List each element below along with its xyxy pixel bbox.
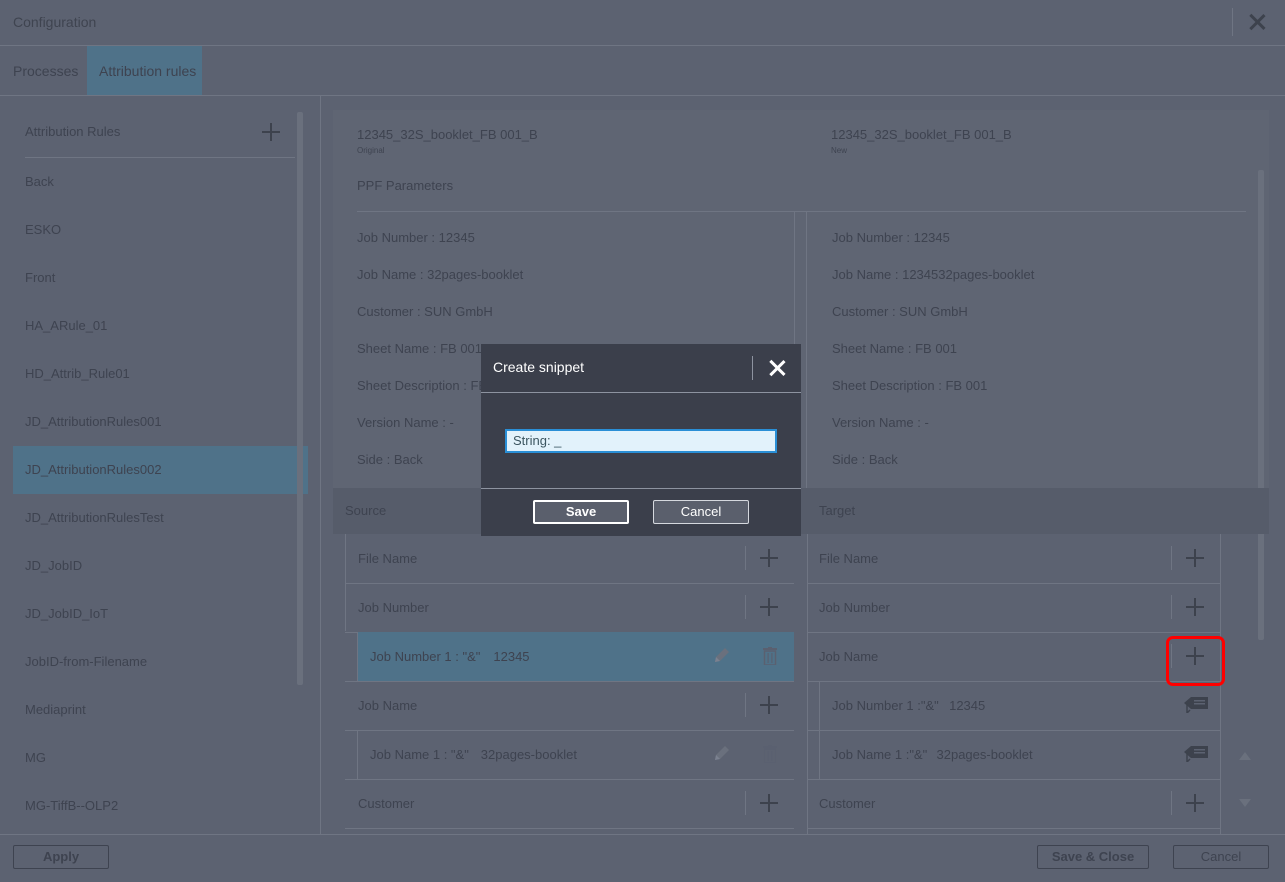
add-icon[interactable] bbox=[760, 549, 778, 567]
source-field-label: Customer bbox=[358, 796, 415, 811]
dialog-save-button[interactable]: Save bbox=[533, 500, 629, 524]
source-field-label: Job Name bbox=[358, 698, 418, 713]
new-param: Job Name : 1234532pages-booklet bbox=[832, 267, 1035, 282]
edit-icon[interactable] bbox=[712, 645, 732, 665]
rule-item-label: Front bbox=[25, 270, 56, 285]
tab-processes[interactable]: Processes bbox=[13, 63, 78, 79]
rule-item-label: MG bbox=[25, 750, 46, 765]
target-snippet-label: Job Name 1 :"&" bbox=[832, 747, 928, 762]
rule-item-label: JD_JobID bbox=[25, 558, 83, 573]
rule-item-label: JobID-from-Filename bbox=[25, 654, 148, 669]
original-param: Job Number : 12345 bbox=[357, 230, 475, 245]
delete-icon[interactable] bbox=[763, 647, 777, 666]
original-param: Sheet Name : FB 001 bbox=[357, 341, 483, 356]
new-param: Job Number : 12345 bbox=[832, 230, 950, 245]
target-snippet-value: 12345 bbox=[949, 698, 986, 713]
rule-item-label: HA_ARule_01 bbox=[25, 318, 108, 333]
create-snippet-dialog: Create snippet String: _ Save Cancel bbox=[481, 344, 801, 536]
original-param: Version Name : - bbox=[357, 415, 454, 430]
footer-cancel-button[interactable]: Cancel bbox=[1173, 845, 1269, 869]
snippet-value: 12345 bbox=[493, 649, 530, 664]
original-caption: Original bbox=[357, 146, 385, 155]
add-icon[interactable] bbox=[1186, 794, 1204, 812]
preview-scrollbar[interactable] bbox=[1258, 170, 1264, 640]
original-file-name: 12345_32S_booklet_FB 001_B bbox=[357, 127, 538, 142]
preview-panel bbox=[333, 110, 1269, 488]
new-param: Side : Back bbox=[832, 452, 898, 467]
source-header: Source bbox=[345, 503, 387, 518]
dialog-title: Create snippet bbox=[493, 359, 585, 375]
rule-item-label: JD_AttributionRules001 bbox=[25, 414, 162, 429]
source-field-label: File Name bbox=[358, 551, 418, 566]
window-title: Configuration bbox=[13, 14, 97, 30]
tag-icon[interactable] bbox=[1184, 697, 1208, 715]
snippet-input[interactable]: String: _ bbox=[505, 429, 777, 453]
tab-attribution-rules[interactable]: Attribution rules bbox=[87, 46, 202, 95]
dialog-cancel-button[interactable]: Cancel bbox=[653, 500, 749, 524]
target-field-label: Job Name bbox=[819, 649, 879, 664]
new-param: Sheet Description : FB 001 bbox=[832, 378, 988, 393]
window-close-icon[interactable] bbox=[1249, 14, 1265, 30]
target-snippet-label: Job Number 1 :"&" bbox=[832, 698, 939, 713]
edit-icon[interactable] bbox=[712, 743, 732, 763]
rule-item-label: JD_JobID_IoT bbox=[25, 606, 109, 621]
target-snippet-value: 32pages-booklet bbox=[936, 747, 1033, 762]
delete-icon[interactable] bbox=[763, 745, 777, 764]
rules-panel-title: Attribution Rules bbox=[25, 124, 121, 139]
target-field-label: Job Number bbox=[819, 600, 890, 615]
rule-item-label: JD_AttributionRulesTest bbox=[25, 510, 164, 525]
snippet-label: Job Number 1 : "&" bbox=[370, 649, 481, 664]
apply-button[interactable]: Apply bbox=[13, 845, 109, 869]
rule-item-label: Mediaprint bbox=[25, 702, 86, 717]
add-icon[interactable] bbox=[760, 794, 778, 812]
snippet-label: Job Name 1 : "&" bbox=[370, 747, 469, 762]
rule-item-label: ESKO bbox=[25, 222, 62, 237]
rule-item[interactable] bbox=[13, 734, 295, 782]
target-header: Target bbox=[819, 503, 856, 518]
source-field-label: Job Number bbox=[358, 600, 429, 615]
add-icon[interactable] bbox=[760, 598, 778, 616]
ppf-parameters-title: PPF Parameters bbox=[357, 178, 454, 193]
new-caption: New bbox=[831, 146, 848, 155]
add-icon[interactable] bbox=[1186, 598, 1204, 616]
new-param: Sheet Name : FB 001 bbox=[832, 341, 958, 356]
dialog-close-icon[interactable] bbox=[769, 360, 785, 376]
snippet-input-value: String: _ bbox=[513, 433, 562, 448]
original-param: Side : Back bbox=[357, 452, 423, 467]
snippet-value: 32pages-booklet bbox=[480, 747, 577, 762]
rule-item-label: HD_Attrib_Rule01 bbox=[25, 366, 130, 381]
rule-item-label: Back bbox=[25, 174, 54, 189]
new-param: Customer : SUN GmbH bbox=[832, 304, 968, 319]
rule-item-label: MG-TiffB--OLP2 bbox=[25, 798, 119, 813]
highlight-box bbox=[1166, 636, 1225, 686]
add-icon[interactable] bbox=[1186, 549, 1204, 567]
target-field-label: File Name bbox=[819, 551, 879, 566]
add-rule-icon[interactable] bbox=[262, 123, 280, 141]
new-param: Version Name : - bbox=[832, 415, 929, 430]
tab-attribution-rules-label: Attribution rules bbox=[99, 63, 197, 79]
scroll-down-icon[interactable] bbox=[1239, 799, 1251, 807]
rules-scrollbar[interactable] bbox=[297, 112, 303, 685]
new-file-name: 12345_32S_booklet_FB 001_B bbox=[831, 127, 1012, 142]
rule-item-label: JD_AttributionRules002 bbox=[25, 462, 162, 477]
target-field-label: Customer bbox=[819, 796, 876, 811]
original-param: Customer : SUN GmbH bbox=[357, 304, 493, 319]
add-icon[interactable] bbox=[760, 696, 778, 714]
rule-item[interactable] bbox=[13, 158, 295, 206]
mapping-header bbox=[333, 488, 1269, 534]
scroll-up-icon[interactable] bbox=[1239, 752, 1251, 760]
original-param: Job Name : 32pages-booklet bbox=[357, 267, 524, 282]
tag-icon[interactable] bbox=[1184, 746, 1208, 764]
save-close-button[interactable]: Save & Close bbox=[1037, 845, 1149, 869]
